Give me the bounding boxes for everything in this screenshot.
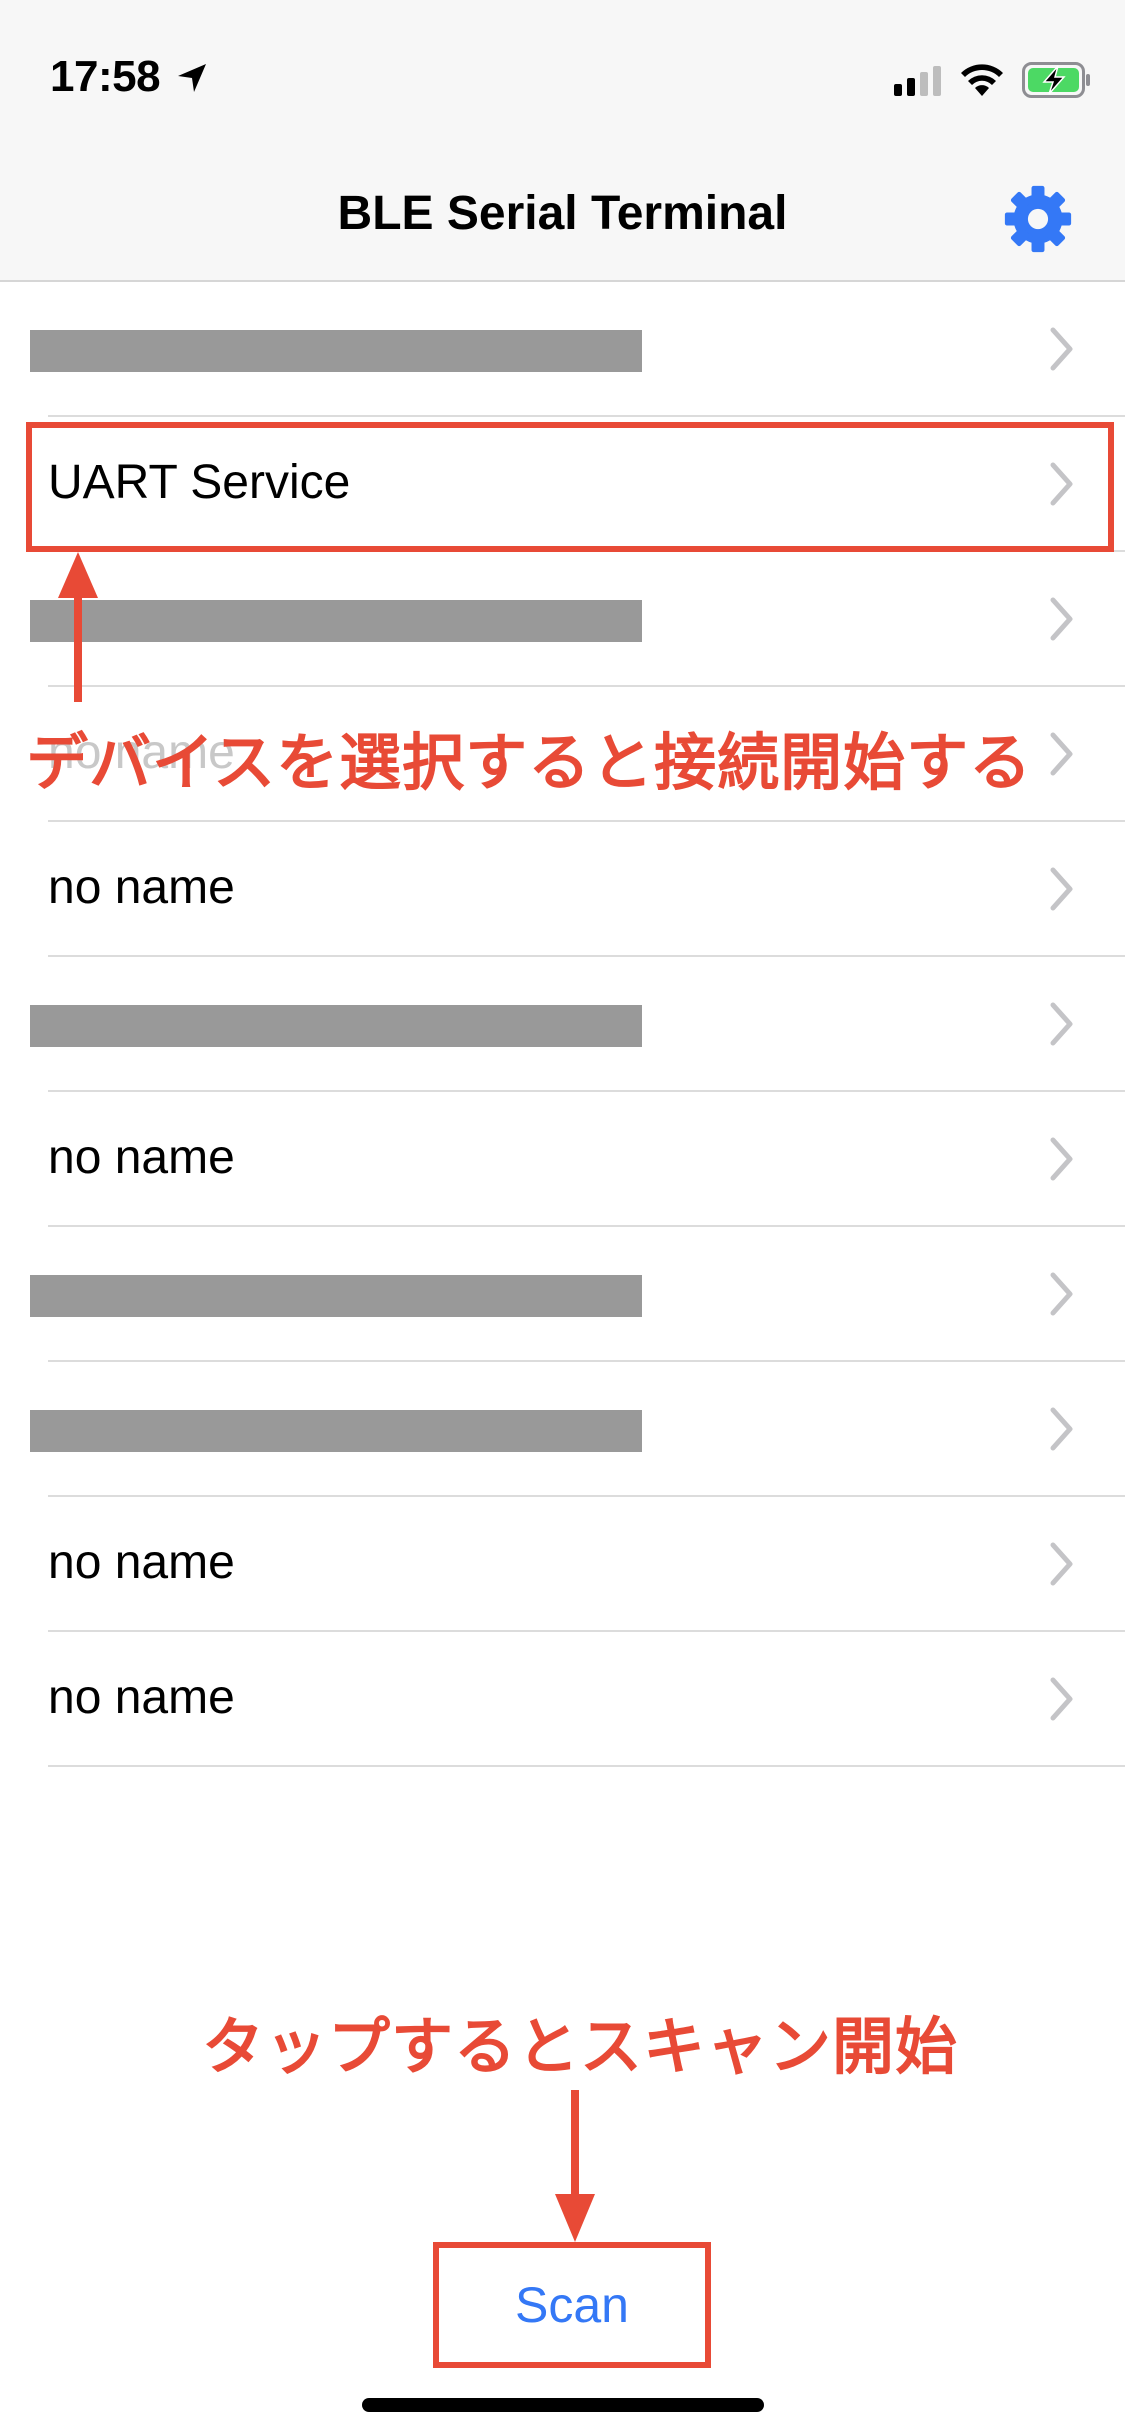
device-row[interactable] [0, 282, 1125, 417]
wifi-icon [961, 64, 1003, 96]
device-name-label: no name [48, 1671, 235, 1724]
chevron-right-icon [1050, 1677, 1073, 1721]
device-row[interactable] [0, 1227, 1125, 1362]
gear-icon[interactable] [1002, 183, 1074, 255]
redacted-device-name [30, 1410, 642, 1452]
status-time: 17:58 [50, 52, 161, 101]
device-name-label: no name [48, 1131, 235, 1184]
chevron-right-icon [1050, 1002, 1073, 1046]
device-name-label: no name [48, 861, 235, 914]
highlight-box-device [26, 422, 1114, 552]
chevron-right-icon [1050, 597, 1073, 641]
chevron-right-icon [1050, 867, 1073, 911]
scan-button[interactable]: Scan [433, 2242, 711, 2368]
annotation-tap-scan: タップするとスキャン開始 [202, 2010, 959, 2083]
navigation-bar: BLE Serial Terminal [0, 150, 1125, 282]
device-row[interactable]: no name [0, 1632, 1125, 1767]
device-row[interactable]: no name [0, 1497, 1125, 1632]
annotation-select-device: デバイスを選択すると接続開始する [26, 726, 1033, 799]
device-row[interactable]: no name [0, 822, 1125, 957]
device-row[interactable] [0, 957, 1125, 1092]
chevron-right-icon [1050, 327, 1073, 371]
device-name-label: no name [48, 1536, 235, 1589]
chevron-right-icon [1050, 1542, 1073, 1586]
status-bar: 17:58 [0, 0, 1125, 150]
battery-charging-icon [1022, 62, 1090, 98]
device-row[interactable]: no name [0, 1092, 1125, 1227]
cellular-signal-icon [894, 66, 941, 96]
annotation-arrow-down [555, 2090, 595, 2242]
nav-title: BLE Serial Terminal [337, 187, 788, 240]
chevron-right-icon [1050, 732, 1073, 776]
redacted-device-name [30, 1005, 642, 1047]
redacted-device-name [30, 1275, 642, 1317]
chevron-right-icon [1050, 1137, 1073, 1181]
home-indicator [362, 2398, 764, 2412]
device-row[interactable] [0, 552, 1125, 687]
device-row[interactable] [0, 1362, 1125, 1497]
redacted-device-name [30, 600, 642, 642]
redacted-device-name [30, 330, 642, 372]
chevron-right-icon [1050, 1272, 1073, 1316]
location-arrow-icon [178, 64, 206, 92]
annotation-arrow-up [58, 552, 98, 702]
chevron-right-icon [1050, 1407, 1073, 1451]
